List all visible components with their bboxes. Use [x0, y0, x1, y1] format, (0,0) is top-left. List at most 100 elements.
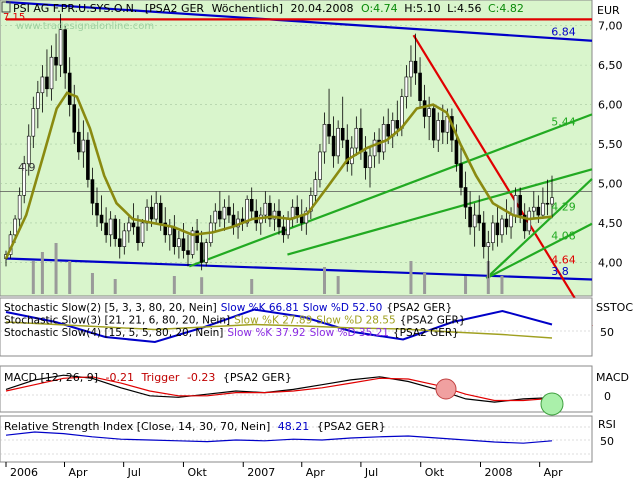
- candle-body: [327, 124, 331, 137]
- candle-body: [518, 195, 522, 216]
- rsi-legend-code: {PSA2 GER}: [317, 420, 386, 433]
- candle-body: [17, 195, 22, 220]
- candle-body: [313, 179, 318, 196]
- candle-body: [395, 120, 400, 129]
- candle-body: [286, 218, 290, 236]
- candle-body: [218, 210, 222, 220]
- volume-bar: [90, 273, 94, 294]
- candle-body: [99, 214, 104, 224]
- candle-body: [422, 100, 427, 117]
- header-name: PSI AG F.PR.U.SYS.O.N.: [13, 2, 137, 15]
- candle-body: [186, 250, 190, 255]
- stochastic-legend-k: Slow %K 37.92: [227, 327, 305, 339]
- candle-body: [227, 206, 231, 216]
- volume-bar: [200, 277, 204, 294]
- candle-body: [427, 108, 431, 117]
- candle-body: [495, 222, 500, 236]
- candle-body: [509, 214, 513, 228]
- candle-body: [322, 124, 327, 153]
- macd-legend-name: MACD [12, 26, 9]: [4, 371, 98, 384]
- header-code: [PSA2 GER: [145, 2, 205, 15]
- macd-legend-trigger-label: Trigger: [141, 371, 180, 384]
- candle-body: [45, 76, 49, 90]
- candle-body: [295, 206, 300, 216]
- stochastic-legend-name: Stochastic Slow(4) [15, 5, 5, 80, 20, Ne…: [4, 327, 223, 339]
- candle-body: [77, 131, 81, 153]
- candle-body: [31, 108, 36, 137]
- candle-body: [13, 218, 17, 236]
- price-tick-label: 4,00: [598, 256, 623, 269]
- candle-body: [40, 76, 45, 94]
- stochastic-legend-d: Slow %D 35.21: [310, 327, 389, 339]
- volume-bar: [409, 261, 413, 294]
- header-date: 20.04.2008: [291, 2, 354, 15]
- price-tick-label: 5,00: [598, 178, 623, 191]
- candle-body: [541, 202, 545, 216]
- candle-body: [431, 108, 436, 141]
- rsi-legend: Relative Strength Index [Close, 14, 30, …: [4, 420, 386, 433]
- time-tick-label: 2008: [485, 466, 513, 479]
- candle-body: [254, 210, 259, 224]
- candle-body: [26, 135, 31, 165]
- time-tick-label: Apr: [544, 466, 564, 479]
- volume-bar: [423, 273, 427, 294]
- candle-body: [436, 120, 441, 141]
- stochastic-legend-code: {PSA2 GER}: [400, 315, 466, 327]
- price-tick-label: 4,50: [598, 217, 623, 230]
- candle-body: [108, 218, 113, 236]
- candle-body: [63, 29, 67, 74]
- candle-body: [481, 222, 486, 247]
- volume-bar: [68, 261, 72, 294]
- time-tick-label: 2006: [10, 466, 38, 479]
- candle-body: [49, 56, 54, 90]
- candle-body: [418, 72, 422, 101]
- candle-body: [545, 202, 550, 205]
- candle-body: [149, 206, 154, 220]
- candle-body: [195, 230, 199, 244]
- svg-text:Relative Strength Index [Close: Relative Strength Index [Close, 14, 30, …: [4, 420, 386, 433]
- stoch-axis-tick: 50: [600, 326, 614, 339]
- candle-body: [409, 60, 413, 78]
- candle-body: [463, 187, 468, 208]
- candle-body: [72, 104, 77, 133]
- stochastic-legend-code: {PSA2 GER}: [393, 327, 459, 339]
- candle-body: [281, 226, 286, 236]
- watermark: www.tradesignalonline.com: [16, 21, 154, 32]
- candle-body: [199, 242, 204, 263]
- candle-body: [277, 210, 281, 228]
- candle-body: [486, 242, 491, 247]
- candle-body: [472, 214, 477, 228]
- rsi-panel: Relative Strength Index [Close, 14, 30, …: [0, 415, 616, 463]
- volume-bar: [464, 276, 468, 294]
- candle-body: [140, 222, 145, 244]
- macd-panel: MACD [12, 26, 9] -0.21 Trigger -0.23 {PS…: [0, 365, 629, 416]
- volume-bar: [323, 267, 326, 294]
- candle-body: [263, 202, 268, 216]
- candle-body: [172, 226, 177, 247]
- candle-body: [86, 139, 90, 180]
- header-high: H:5.10: [404, 2, 440, 15]
- volume-bar: [54, 243, 58, 294]
- macd-legend-code: {PSA2 GER}: [223, 371, 292, 384]
- candle-body: [95, 202, 99, 216]
- candle-body: [249, 198, 254, 212]
- candle-body: [54, 56, 58, 66]
- candle-body: [127, 222, 131, 232]
- volume-bar: [40, 252, 44, 294]
- candle-body: [504, 218, 509, 228]
- volume-bar: [113, 279, 117, 294]
- chart-window: 6.84 3.8 4.64 5.44 4.29 4.08 www.tradesignalo…: [0, 0, 640, 480]
- candle-body: [168, 226, 172, 236]
- svg-text:PSI AG F.PR.U.SYS.O.N.: PSI AG F.PR.U.SYS.O.N. [PSA2 GER Wöchent…: [13, 2, 524, 15]
- candle-body: [67, 72, 72, 105]
- stoch-axis-title: SSTOC: [596, 301, 633, 314]
- time-tick-label: Okt: [187, 466, 207, 479]
- time-tick-label: Jul: [127, 466, 141, 479]
- candle-body: [158, 202, 163, 224]
- candle-body: [513, 195, 518, 216]
- candle-body: [459, 163, 463, 188]
- header-open: O:4.74: [361, 2, 398, 15]
- candle-body: [122, 230, 127, 247]
- currency-label: EUR: [597, 4, 620, 17]
- candle-body: [372, 139, 377, 157]
